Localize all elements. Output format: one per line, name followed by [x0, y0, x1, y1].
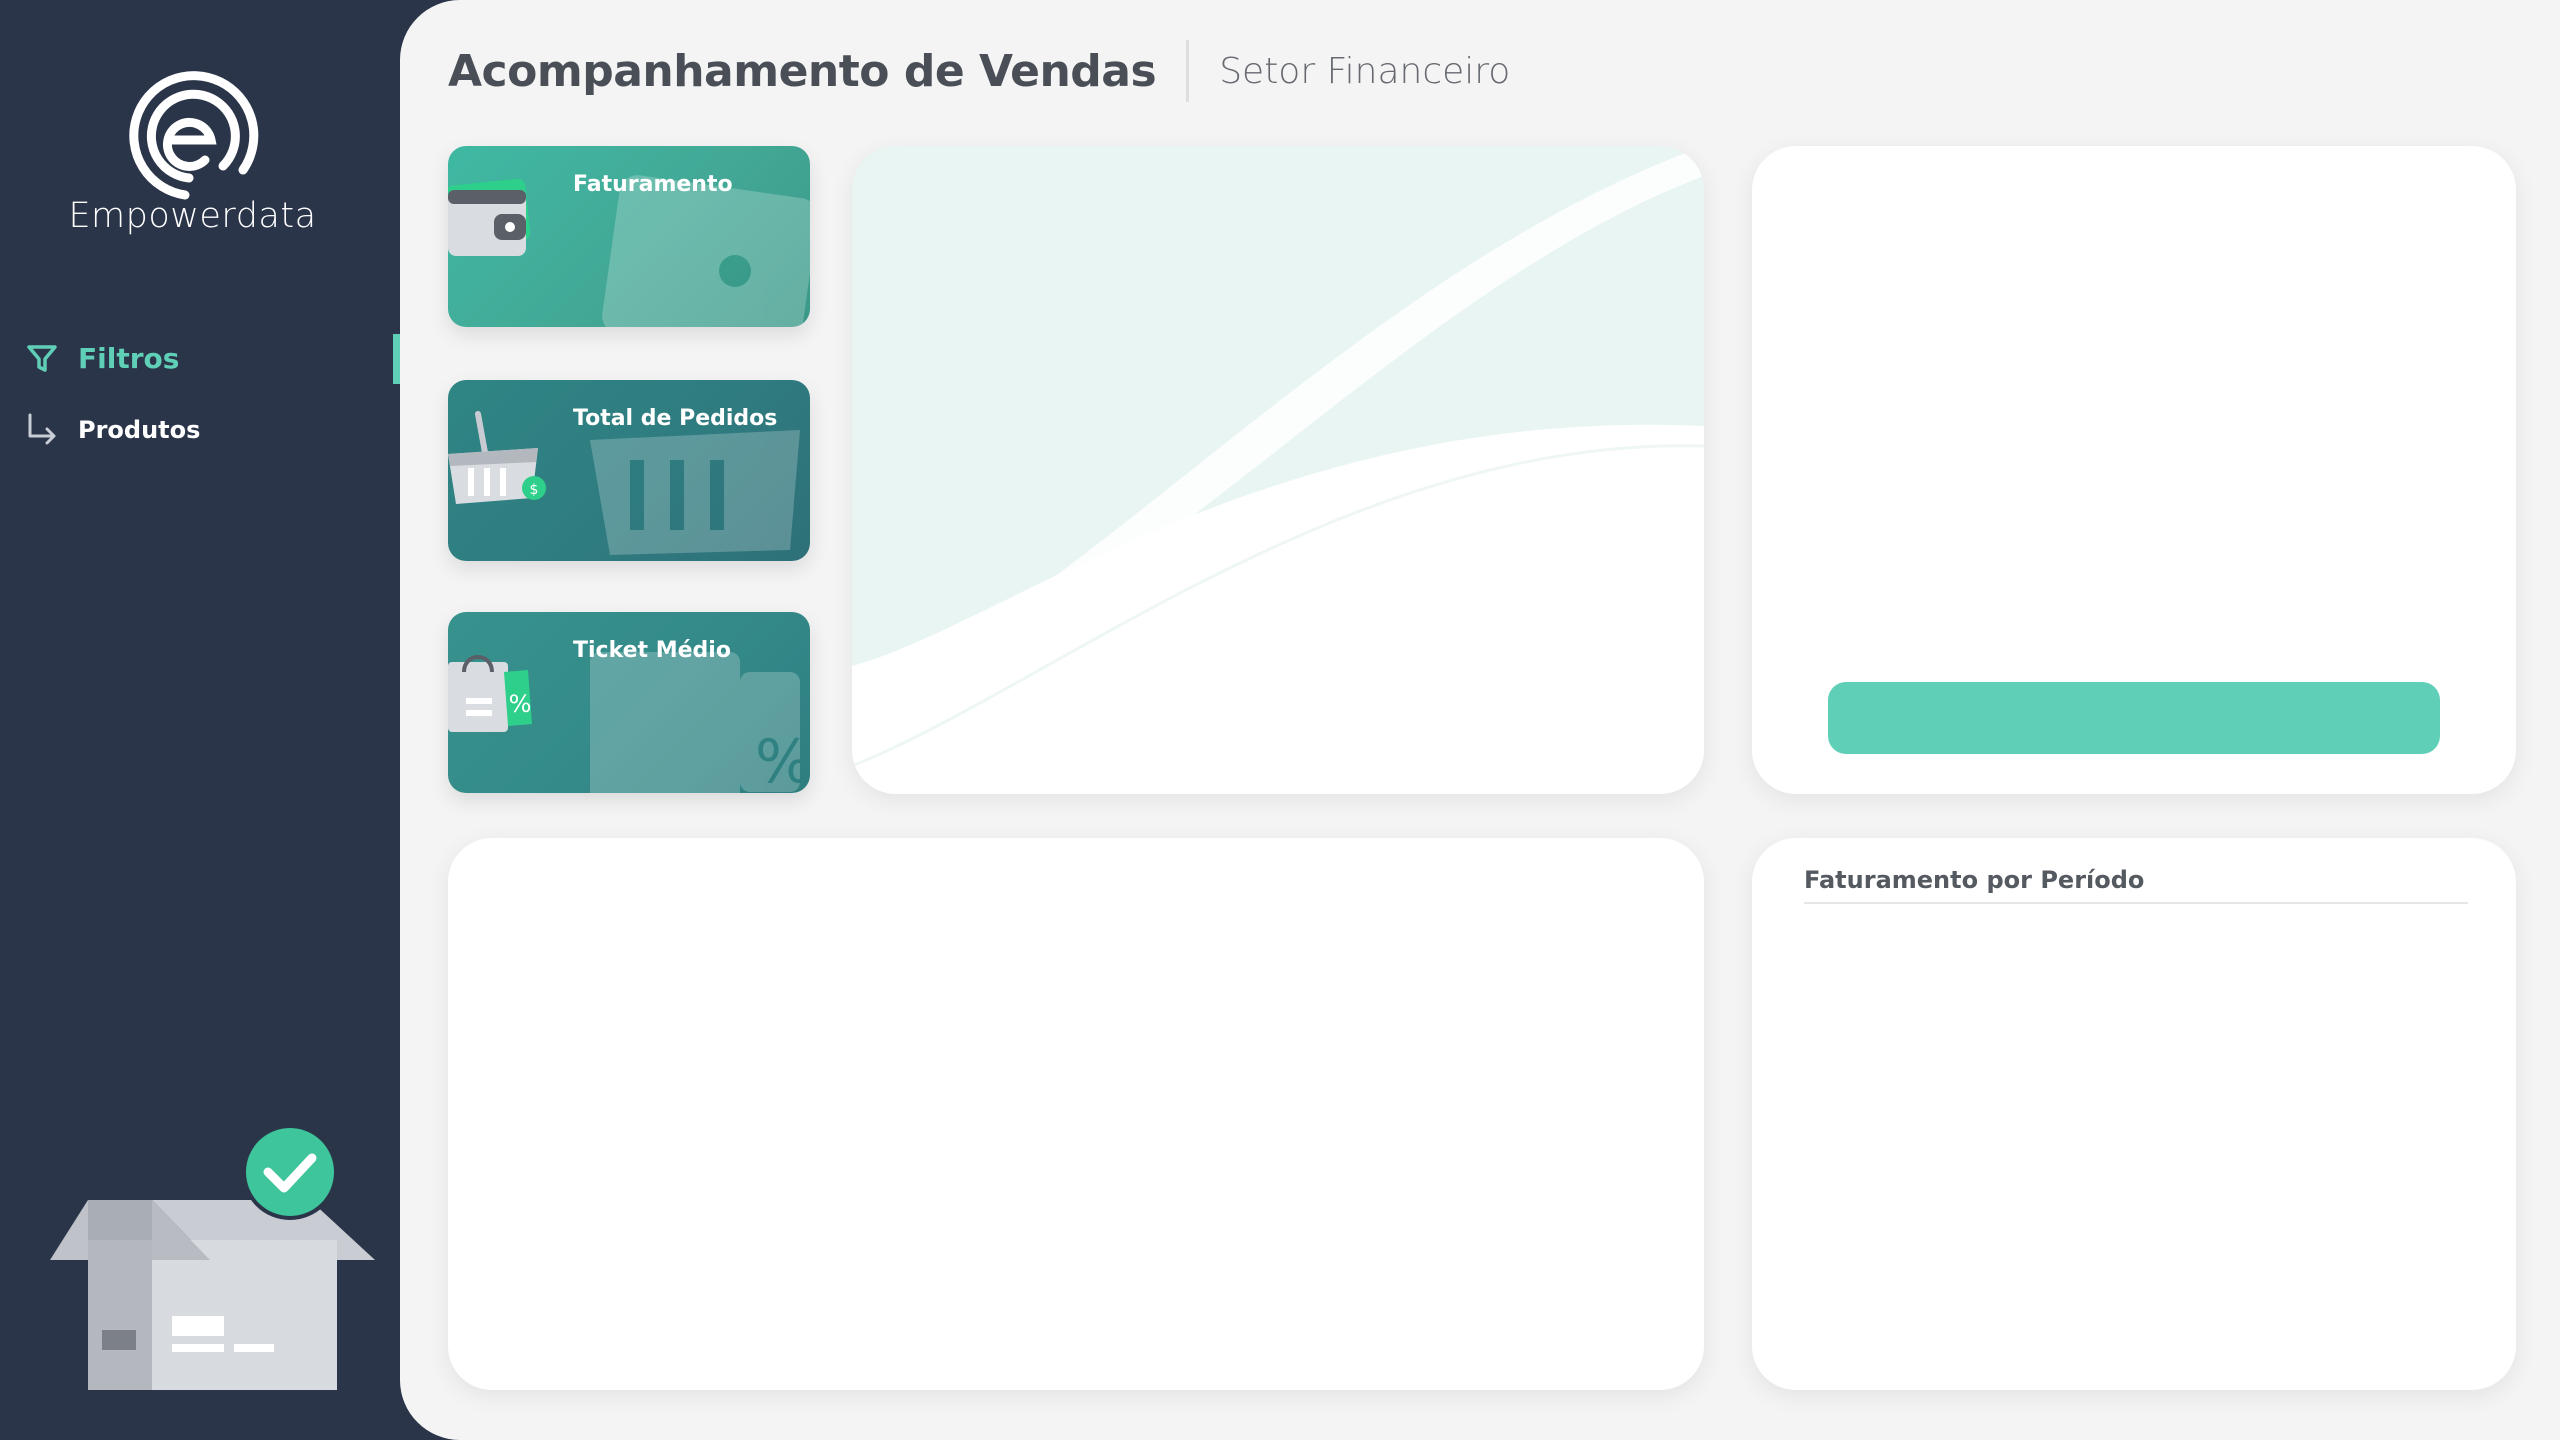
wallet-icon	[448, 178, 531, 256]
brand-name: Empowerdata	[68, 196, 317, 236]
arrow-turn-down-right-icon	[28, 413, 56, 445]
header-divider	[1186, 40, 1190, 102]
kpi-card-total-de-pedidos[interactable]: $ Total de Pedidos	[448, 380, 810, 561]
page-subtitle: Setor Financeiro	[1219, 50, 1511, 92]
svg-text:%: %	[755, 727, 810, 793]
apply-filter-button[interactable]	[1828, 682, 2440, 754]
basket-icon: $	[448, 411, 546, 504]
sidebar: Empowerdata Filtros Produtos	[0, 0, 400, 1440]
shopping-bag-icon: %	[448, 655, 532, 732]
kpi-label: Total de Pedidos	[573, 406, 778, 431]
chart-panel-faturamento-por-periodo: Faturamento por Período	[1752, 838, 2516, 1390]
kpi-label: Faturamento	[573, 172, 733, 197]
svg-text:$: $	[530, 482, 539, 498]
sidebar-item-label: Produtos	[78, 416, 201, 444]
sidebar-item-label: Filtros	[78, 341, 180, 375]
page-header: Acompanhamento de Vendas Setor Financeir…	[448, 36, 1510, 106]
filter-panel	[1752, 146, 2516, 794]
empowerdata-logo-icon	[129, 71, 259, 200]
main-canvas: Acompanhamento de Vendas Setor Financeir…	[400, 0, 2560, 1440]
page-title: Acompanhamento de Vendas	[448, 45, 1157, 97]
panel-title: Faturamento por Período	[1804, 866, 2145, 894]
kpi-card-faturamento[interactable]: Faturamento	[448, 146, 810, 327]
logo: Empowerdata	[60, 70, 325, 250]
kpi-label: Ticket Médio	[573, 638, 731, 663]
box-check-icon	[50, 1124, 375, 1390]
active-indicator	[393, 334, 400, 384]
filter-icon	[27, 345, 57, 372]
panel-title-underline	[1804, 902, 2468, 904]
chart-panel-wave	[852, 146, 1704, 794]
wave-decoration	[852, 146, 1704, 794]
kpi-card-ticket-medio[interactable]: % % Ticket Médio	[448, 612, 810, 793]
sidebar-item-produtos[interactable]: Produtos	[0, 402, 400, 458]
svg-text:%: %	[509, 690, 532, 718]
chart-panel-bottom	[448, 838, 1704, 1390]
sidebar-item-filtros[interactable]: Filtros	[0, 330, 400, 386]
